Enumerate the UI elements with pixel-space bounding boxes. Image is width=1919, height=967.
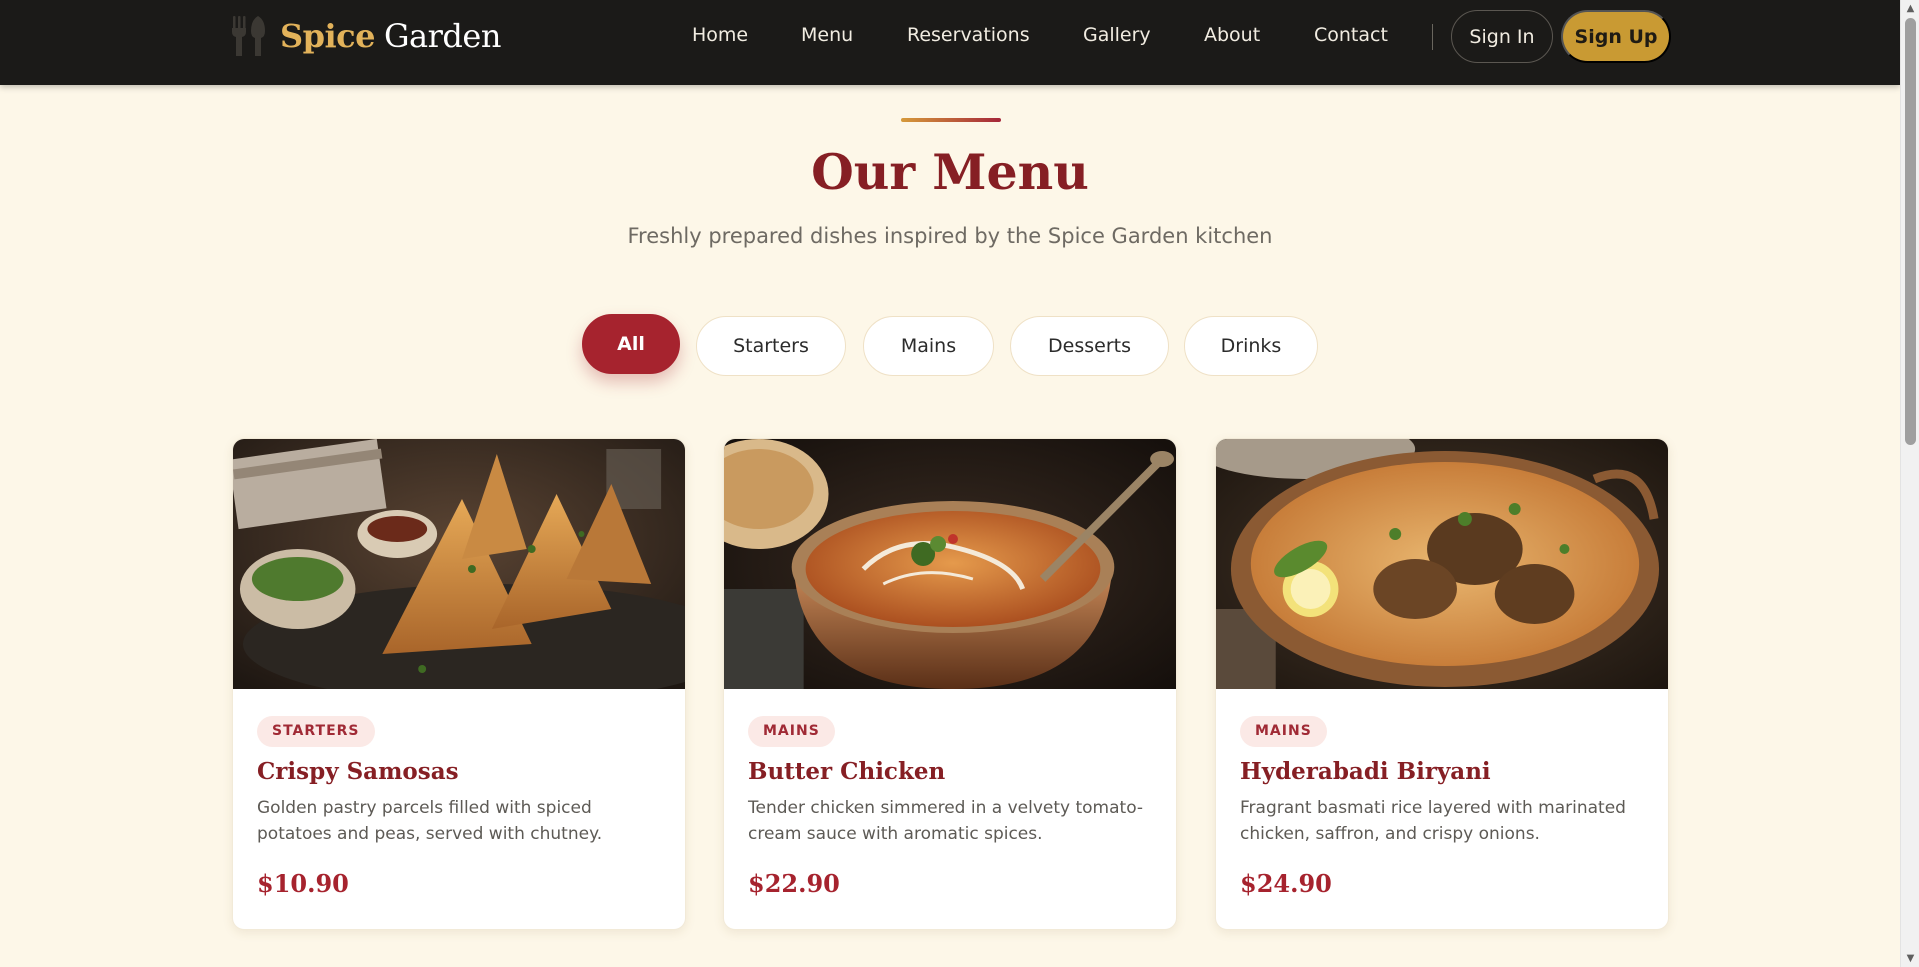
biryani-photo [1216, 439, 1668, 689]
dish-name: Crispy Samosas [257, 758, 459, 785]
page-subtitle: Freshly prepared dishes inspired by the … [627, 224, 1273, 248]
category-badge: STARTERS [257, 716, 375, 747]
dish-price: $10.90 [257, 869, 349, 898]
menu-card[interactable]: STARTERS Crispy Samosas Golden pastry pa… [232, 438, 686, 930]
nav-divider [1432, 24, 1433, 50]
dish-description: Golden pastry parcels filled with spiced… [257, 798, 603, 844]
brand-name-second: Garden [383, 17, 501, 55]
dish-price: $24.90 [1240, 869, 1332, 898]
filter-mains[interactable]: Mains [863, 316, 994, 376]
brand-name-first: Spice [280, 17, 375, 55]
dish-description: Tender chicken simmered in a velvety tom… [748, 798, 1144, 844]
page-title: Our Menu [811, 143, 1089, 201]
scroll-down-arrow-icon[interactable]: ▼ [1901, 950, 1919, 967]
dish-name: Hyderabadi Biryani [1240, 758, 1491, 785]
scroll-thumb[interactable] [1905, 18, 1916, 445]
category-badge: MAINS [1240, 716, 1327, 747]
card-body: MAINS Hyderabadi Biryani Fragrant basmat… [1240, 716, 1648, 847]
menu-card[interactable]: MAINS Butter Chicken Tender chicken simm… [723, 438, 1177, 930]
brand-logo[interactable]: Spice Garden [228, 14, 501, 58]
nav-link-menu[interactable]: Menu [801, 24, 853, 46]
brand-name: Spice Garden [280, 17, 501, 55]
category-badge: MAINS [748, 716, 835, 747]
title-accent-line [901, 118, 1001, 122]
menu-card[interactable]: MAINS Hyderabadi Biryani Fragrant basmat… [1215, 438, 1669, 930]
filter-all[interactable]: All [582, 314, 680, 374]
dish-price: $22.90 [748, 869, 840, 898]
nav-link-reservations[interactable]: Reservations [907, 24, 1030, 46]
scroll-up-arrow-icon[interactable]: ▲ [1901, 0, 1919, 17]
samosas-photo [233, 439, 685, 689]
nav-link-contact[interactable]: Contact [1314, 24, 1388, 46]
nav-link-home[interactable]: Home [692, 24, 748, 46]
nav-link-about[interactable]: About [1204, 24, 1260, 46]
butter-chicken-photo [724, 439, 1176, 689]
card-body: MAINS Butter Chicken Tender chicken simm… [748, 716, 1156, 847]
sign-in-button[interactable]: Sign In [1451, 10, 1553, 63]
dish-description: Fragrant basmati rice layered with marin… [1240, 798, 1626, 844]
card-body: STARTERS Crispy Samosas Golden pastry pa… [257, 716, 665, 847]
filter-desserts[interactable]: Desserts [1010, 316, 1169, 376]
sign-up-button[interactable]: Sign Up [1561, 10, 1671, 63]
filter-starters[interactable]: Starters [696, 316, 846, 376]
dish-name: Butter Chicken [748, 758, 946, 785]
page-scrollbar[interactable]: ▲ ▼ [1900, 0, 1919, 967]
nav-link-gallery[interactable]: Gallery [1083, 24, 1151, 46]
top-navbar: Spice Garden Home Menu Reservations Galle… [0, 0, 1900, 85]
fork-spoon-icon [232, 16, 265, 56]
filter-drinks[interactable]: Drinks [1184, 316, 1318, 376]
